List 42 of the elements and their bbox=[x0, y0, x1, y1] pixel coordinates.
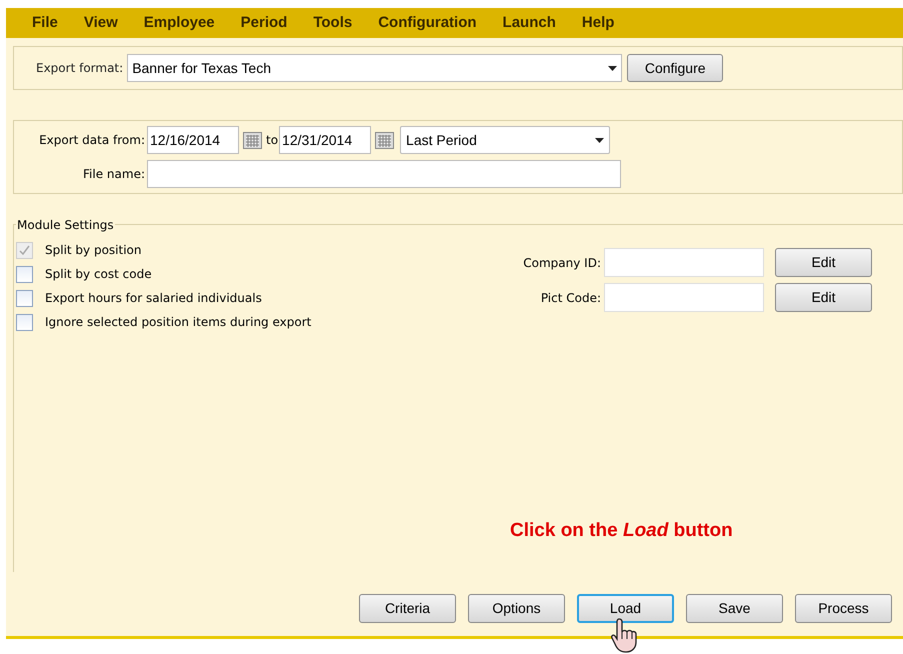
action-button[interactable]: Load bbox=[577, 594, 674, 623]
checkbox-label: Split by cost code bbox=[45, 266, 152, 283]
checkbox-label: Export hours for salaried individuals bbox=[45, 290, 262, 307]
file-name-field[interactable] bbox=[147, 160, 621, 188]
calendar-icon[interactable] bbox=[243, 132, 262, 148]
date-field[interactable]: 12/16/2014 bbox=[147, 126, 239, 154]
calendar-icon[interactable] bbox=[375, 132, 394, 148]
menu-item[interactable]: Period bbox=[228, 12, 300, 34]
edit-button[interactable]: Edit bbox=[775, 283, 872, 312]
field-label: File name: bbox=[82, 166, 146, 183]
action-button[interactable]: Criteria bbox=[359, 594, 456, 623]
menu-item[interactable]: Configuration bbox=[365, 12, 490, 34]
menu-item[interactable]: File bbox=[19, 12, 71, 34]
action-button[interactable]: Options bbox=[468, 594, 565, 623]
checkbox[interactable] bbox=[16, 266, 33, 282]
date-field[interactable]: 12/31/2014 bbox=[279, 126, 372, 154]
field-label: Export data from: bbox=[38, 132, 146, 149]
field-label: to bbox=[266, 132, 278, 149]
configure-button[interactable]: Configure bbox=[627, 54, 724, 82]
checkbox[interactable] bbox=[16, 290, 33, 306]
menu-item[interactable]: View bbox=[70, 12, 131, 34]
checkbox[interactable] bbox=[16, 314, 33, 330]
format-dropdown[interactable]: Banner for Texas Tech bbox=[127, 54, 622, 82]
action-button[interactable]: Process bbox=[795, 594, 892, 623]
period-dropdown[interactable]: Last Period bbox=[400, 126, 610, 154]
menu-item[interactable]: Launch bbox=[490, 12, 569, 34]
instruction-text: Click on the Load button bbox=[510, 519, 733, 543]
checkmark-icon bbox=[19, 244, 30, 256]
checkbox-label: Ignore selected position items during export bbox=[45, 314, 312, 331]
menu-item[interactable]: Help bbox=[568, 12, 628, 34]
caret-icon bbox=[608, 66, 618, 70]
menu-item[interactable]: Employee bbox=[130, 12, 228, 34]
action-button[interactable]: Save bbox=[686, 594, 783, 623]
menu-item[interactable]: Tools bbox=[300, 12, 366, 34]
edit-button[interactable]: Edit bbox=[775, 248, 872, 277]
field-label: Export format: bbox=[36, 60, 124, 77]
text-field[interactable] bbox=[604, 283, 764, 312]
caret-icon bbox=[595, 138, 604, 142]
field-label: Company ID: bbox=[522, 254, 602, 272]
field-label: Pict Code: bbox=[540, 290, 602, 306]
checkbox-label: Split by position bbox=[45, 242, 142, 259]
text-field[interactable] bbox=[604, 248, 764, 277]
